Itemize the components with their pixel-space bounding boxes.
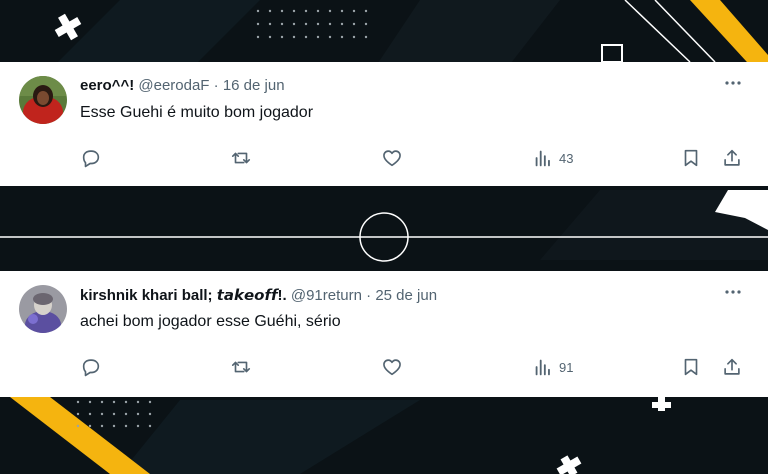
separator-dot: ·: [366, 287, 372, 304]
views-button[interactable]: 91: [532, 355, 573, 379]
share-icon: [724, 149, 740, 166]
action-bar: 43: [80, 146, 750, 170]
more-icon[interactable]: [724, 287, 742, 297]
more-icon[interactable]: [724, 78, 742, 88]
like-icon: [383, 359, 401, 376]
retweet-button[interactable]: [230, 355, 252, 379]
avatar[interactable]: [19, 76, 67, 124]
action-bar: 91: [80, 355, 750, 379]
tweet-card[interactable]: eero^^! @eerodaF · 16 de jun Esse Guehi …: [0, 62, 768, 186]
user-handle[interactable]: @91return: [291, 287, 362, 304]
tweet-header: eero^^! @eerodaF · 16 de jun: [80, 77, 285, 94]
reply-icon: [82, 150, 100, 168]
view-count: 91: [559, 359, 574, 375]
like-button[interactable]: [381, 146, 403, 170]
tweet-header: kirshnik khari ball; 𝙩𝙖𝙠𝙚𝙤𝙛𝙛!. @91return…: [80, 286, 437, 304]
separator-dot: ·: [213, 77, 219, 94]
bookmark-button[interactable]: [680, 146, 702, 170]
avatar[interactable]: [19, 285, 67, 333]
views-icon: [535, 359, 550, 376]
reply-button[interactable]: [80, 355, 102, 379]
bookmark-icon: [684, 149, 698, 167]
like-button[interactable]: [381, 355, 403, 379]
reply-icon: [82, 359, 100, 377]
retweet-icon: [231, 361, 251, 373]
share-button[interactable]: [721, 355, 743, 379]
user-handle[interactable]: @eerodaF: [138, 77, 209, 94]
like-icon: [383, 150, 401, 167]
views-button[interactable]: 43: [532, 146, 573, 170]
display-name[interactable]: eero^^!: [80, 77, 134, 94]
retweet-icon: [231, 152, 251, 164]
tweet-text: Esse Guehi é muito bom jogador: [80, 104, 314, 121]
bookmark-button[interactable]: [680, 355, 702, 379]
tweet-card[interactable]: kirshnik khari ball; 𝙩𝙖𝙠𝙚𝙤𝙛𝙛!. @91return…: [0, 271, 768, 397]
tweet-date[interactable]: 16 de jun: [223, 77, 285, 94]
views-icon: [535, 150, 550, 167]
retweet-button[interactable]: [230, 146, 252, 170]
display-name[interactable]: kirshnik khari ball; 𝙩𝙖𝙠𝙚𝙤𝙛𝙛!.: [80, 287, 287, 304]
share-icon: [724, 358, 740, 375]
tweet-date[interactable]: 25 de jun: [375, 287, 437, 304]
bookmark-icon: [684, 358, 698, 376]
tweet-text: achei bom jogador esse Guéhi, sério: [80, 313, 341, 330]
share-button[interactable]: [721, 146, 743, 170]
reply-button[interactable]: [80, 146, 102, 170]
view-count: 43: [559, 150, 574, 166]
